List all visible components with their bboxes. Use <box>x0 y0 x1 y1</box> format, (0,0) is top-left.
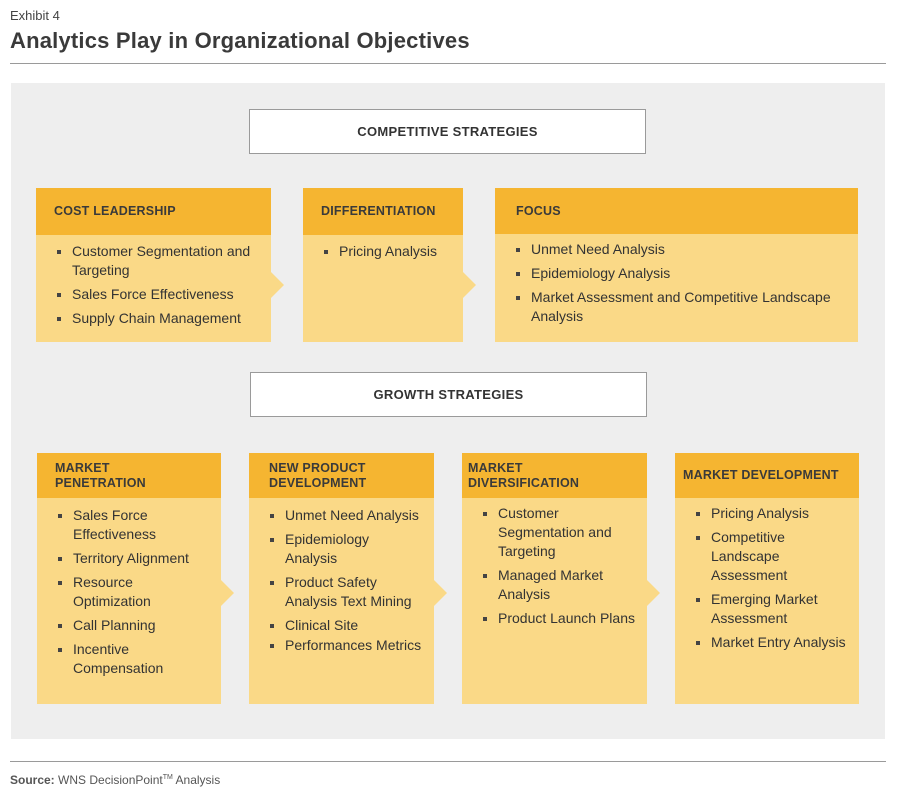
bottom-divider <box>10 761 886 762</box>
card-title: NEW PRODUCT DEVELOPMENT <box>249 453 434 498</box>
card-title: FOCUS <box>495 188 858 234</box>
growth-strategies-label: GROWTH STRATEGIES <box>373 387 524 402</box>
list-item: Sales Force Effectiveness <box>56 285 261 304</box>
card-title: MARKET DIVERSIFICATION <box>462 453 647 498</box>
competitive-strategies-heading: COMPETITIVE STRATEGIES <box>249 109 646 154</box>
source-label: Source: <box>10 773 55 787</box>
list-item: Market Entry Analysis <box>695 633 849 652</box>
list-item: Incentive Compensation <box>57 640 211 678</box>
source-text: WNS DecisionPoint <box>58 773 163 787</box>
card-list: Customer Segmentation and Targeting Sale… <box>56 242 261 333</box>
list-item: Unmet Need Analysis <box>269 506 424 525</box>
list-item: Epidemiology Analysis <box>515 264 848 283</box>
card-market-diversification: MARKET DIVERSIFICATION Customer Segmenta… <box>462 453 647 704</box>
arrow-notch <box>271 272 284 298</box>
card-list: Unmet Need Analysis Epidemiology Analysi… <box>269 506 424 660</box>
card-list: Unmet Need Analysis Epidemiology Analysi… <box>515 240 848 331</box>
list-item: Performances Metrics <box>269 636 424 655</box>
list-item: Clinical Site <box>269 616 424 635</box>
list-item: Managed Market Analysis <box>482 566 637 604</box>
card-list: Customer Segmentation and Targeting Mana… <box>482 504 637 633</box>
card-new-product-development: NEW PRODUCT DEVELOPMENT Unmet Need Analy… <box>249 453 434 704</box>
trademark-mark: TM <box>162 774 173 781</box>
arrow-notch <box>434 580 447 606</box>
growth-strategies-heading: GROWTH STRATEGIES <box>250 372 647 417</box>
list-item: Pricing Analysis <box>695 504 849 523</box>
competitive-strategies-label: COMPETITIVE STRATEGIES <box>357 124 538 139</box>
list-item: Call Planning <box>57 616 211 635</box>
list-item: Product Safety Analysis Text Mining <box>269 573 424 611</box>
arrow-notch <box>221 580 234 606</box>
card-title: DIFFERENTIATION <box>303 188 463 235</box>
card-list: Pricing Analysis <box>323 242 453 266</box>
arrow-notch <box>647 580 660 606</box>
card-focus: FOCUS Unmet Need Analysis Epidemiology A… <box>495 188 858 342</box>
list-item: Market Assessment and Competitive Landsc… <box>515 288 848 326</box>
arrow-notch <box>463 272 476 298</box>
card-cost-leadership: COST LEADERSHIP Customer Segmentation an… <box>36 188 271 342</box>
source-suffix: Analysis <box>175 773 221 787</box>
exhibit-label: Exhibit 4 <box>10 8 60 23</box>
card-title: COST LEADERSHIP <box>36 188 271 235</box>
card-differentiation: DIFFERENTIATION Pricing Analysis <box>303 188 463 342</box>
list-item: Unmet Need Analysis <box>515 240 848 259</box>
source-note: Source: WNS DecisionPointTM Analysis <box>10 773 220 787</box>
list-item: Competitive Landscape Assessment <box>695 528 849 585</box>
list-item: Sales Force Effectiveness <box>57 506 211 544</box>
top-divider <box>10 63 886 64</box>
card-list: Sales Force Effectiveness Territory Alig… <box>57 506 211 683</box>
list-item: Customer Segmentation and Targeting <box>482 504 637 561</box>
card-market-development: MARKET DEVELOPMENT Pricing Analysis Comp… <box>675 453 859 704</box>
card-list: Pricing Analysis Competitive Landscape A… <box>695 504 849 657</box>
page-title: Analytics Play in Organizational Objecti… <box>10 28 470 53</box>
list-item: Territory Alignment <box>57 549 211 568</box>
list-item: Epidemiology Analysis <box>269 530 424 568</box>
card-title: MARKET PENETRATION <box>37 453 221 498</box>
list-item: Pricing Analysis <box>323 242 453 261</box>
list-item: Product Launch Plans <box>482 609 637 628</box>
card-title: MARKET DEVELOPMENT <box>675 453 859 498</box>
list-item: Emerging Market Assessment <box>695 590 849 628</box>
list-item: Customer Segmentation and Targeting <box>56 242 261 280</box>
list-item: Supply Chain Management <box>56 309 261 328</box>
list-item: Resource Optimization <box>57 573 211 611</box>
card-market-penetration: MARKET PENETRATION Sales Force Effective… <box>37 453 221 704</box>
